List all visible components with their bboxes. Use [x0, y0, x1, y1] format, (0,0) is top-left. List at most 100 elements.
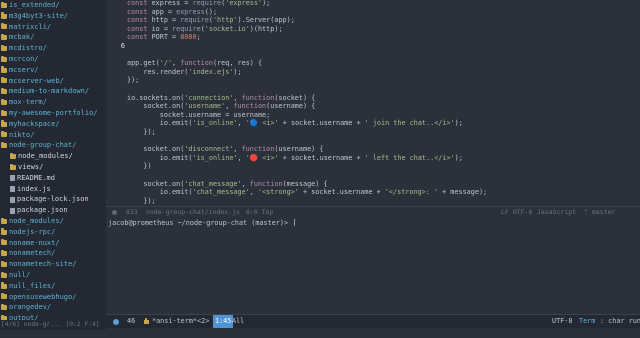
code-token: })	[127, 162, 152, 171]
tree-item[interactable]: mcserv/	[1, 65, 39, 76]
code-line: })	[127, 162, 152, 171]
terminal-modeline: 46 *ansi-term*<2> 1:45 All UTF-8 Term : …	[106, 314, 640, 328]
tree-item[interactable]: views/	[10, 162, 43, 173]
code-token: function	[180, 59, 213, 68]
tree-item[interactable]: noname-nuxt/	[1, 238, 60, 249]
folder-icon	[1, 109, 7, 116]
code-token: ' join the chat..</i>'	[364, 119, 455, 128]
tree-item[interactable]: orangedev/	[1, 302, 51, 313]
buffer-state-icon	[112, 210, 117, 215]
code-token: 'username'	[184, 102, 226, 111]
tree-item[interactable]: nonametech/	[1, 248, 55, 259]
code-line: io.emit('is_online', '🔴 <i>' + socket.us…	[127, 154, 463, 163]
tree-item-label: node-group-chat/	[9, 141, 77, 150]
code-token: });	[127, 76, 140, 85]
code-token: 'disconnect'	[184, 145, 234, 154]
code-token: ,	[233, 93, 242, 102]
tree-item-label: mcserv/	[9, 65, 39, 74]
tree-item-label: mox-term/	[9, 98, 47, 107]
tree-item[interactable]: medium-to-markdown/	[1, 86, 89, 97]
tree-item[interactable]: nodejs-rpc/	[1, 227, 55, 238]
code-token: ,	[241, 179, 250, 188]
terminal-prompt: jacob@prometheus ~/node-group-chat (mast…	[108, 219, 296, 228]
code-line: io.emit('chat_message', '<strong>' + soc…	[127, 188, 487, 197]
code-editor[interactable]: 6 const express = require('express'); con…	[106, 0, 640, 206]
tree-item[interactable]: mcrcon/	[1, 54, 39, 65]
tree-item[interactable]: index.js	[10, 184, 51, 195]
code-token: ,	[237, 119, 246, 128]
code-line: io.sockets.on('connection', function(soc…	[127, 94, 315, 103]
tree-item-label: medium-to-markdown/	[9, 87, 90, 96]
tree-item-label: index.js	[17, 184, 51, 193]
code-token: ();	[204, 7, 218, 16]
code-token: ,	[172, 59, 181, 68]
code-token: (req, res) {	[212, 59, 263, 68]
tree-item[interactable]: null_files/	[1, 281, 55, 292]
tree-item-label: null/	[9, 271, 31, 279]
code-token: express =	[151, 0, 193, 7]
code-token: require	[172, 24, 201, 33]
tree-item[interactable]: mcbak/	[1, 32, 34, 43]
cursor-position: 6:0 Top	[246, 208, 274, 216]
code-token: res.render(	[127, 67, 189, 76]
lock-icon	[144, 317, 149, 324]
major-mode: JavaScript	[537, 208, 577, 216]
tree-item[interactable]: output/	[1, 313, 39, 320]
tree-item[interactable]: package-lock.json	[10, 194, 89, 205]
tree-item-label: nikto/	[9, 130, 35, 139]
tree-item[interactable]: node-group-chat/	[1, 140, 76, 151]
buffer-state-icon	[113, 318, 119, 325]
tree-item[interactable]: mcserver-web/	[1, 76, 64, 87]
code-token: function	[233, 102, 267, 111]
code-token: function	[241, 93, 275, 102]
code-token: 'chat_message'	[192, 188, 250, 197]
code-token: 'index.ejs'	[188, 67, 234, 76]
tree-item[interactable]: nonametech-site/	[1, 259, 76, 270]
folder-icon	[1, 44, 7, 52]
code-token: '</strong>: '	[384, 188, 439, 197]
code-line: const PORT = 8080;	[127, 33, 201, 42]
folder-icon	[1, 239, 7, 246]
file-tree-sidebar: is_extended/m3g4byt3-site/matrixcli/mcba…	[0, 0, 106, 320]
tree-item-label: myhackspace/	[9, 119, 60, 128]
code-token: const	[127, 16, 152, 25]
terminal-pane[interactable]: jacob@prometheus ~/node-group-chat (mast…	[106, 218, 640, 314]
code-token: socket.username = username;	[127, 110, 271, 119]
tree-item[interactable]: m3g4byt3-site/	[1, 11, 68, 22]
tree-item[interactable]: mcdistro/	[1, 43, 47, 54]
editor-modeline: 833 node-group-chat/index.js 6:0 Top LF …	[106, 206, 640, 218]
code-line: const io = require('socket.io')(http);	[127, 25, 283, 34]
code-token: (message) {	[282, 179, 328, 188]
line-number-gutter: 6	[106, 0, 126, 206]
code-token: io.emit(	[127, 188, 193, 197]
term-submode: : char run	[600, 317, 640, 325]
tree-item[interactable]: my-awesome-portfolio/	[1, 108, 98, 119]
tree-item[interactable]: myhackspace/	[1, 119, 60, 130]
minibuffer[interactable]	[106, 328, 640, 338]
tree-item[interactable]: package.json	[10, 205, 68, 216]
tree-item[interactable]: opensusewebhugo/	[1, 292, 76, 303]
tree-item[interactable]: README.md	[10, 173, 55, 184]
code-line: res.render('index.ejs');	[127, 67, 242, 77]
code-token: );	[233, 67, 242, 76]
tree-item[interactable]: node_modules/	[1, 216, 64, 227]
tree-item-label: views/	[18, 163, 44, 171]
folder-icon	[10, 163, 16, 170]
code-line: socket.on('username', function(username)…	[127, 102, 315, 111]
tree-item[interactable]: mox-term/	[1, 97, 47, 108]
code-token: http =	[151, 16, 181, 25]
tree-item[interactable]: nikto/	[1, 130, 34, 141]
code-token: 'is_online'	[192, 119, 238, 128]
folder-icon	[1, 77, 7, 84]
tree-item[interactable]: matrixcli/	[1, 22, 51, 33]
folder-icon	[1, 120, 7, 127]
tree-item[interactable]: null/	[1, 270, 30, 281]
code-token: ,	[237, 153, 246, 162]
tree-item[interactable]: node_modules/	[10, 151, 73, 162]
tree-item-label: nonametech/	[9, 249, 56, 258]
code-token: 'express'	[225, 0, 263, 7]
folder-icon	[1, 131, 7, 138]
code-token: ,	[233, 145, 242, 154]
file-icon	[10, 185, 15, 192]
tree-item[interactable]: is_extended/	[1, 0, 60, 11]
